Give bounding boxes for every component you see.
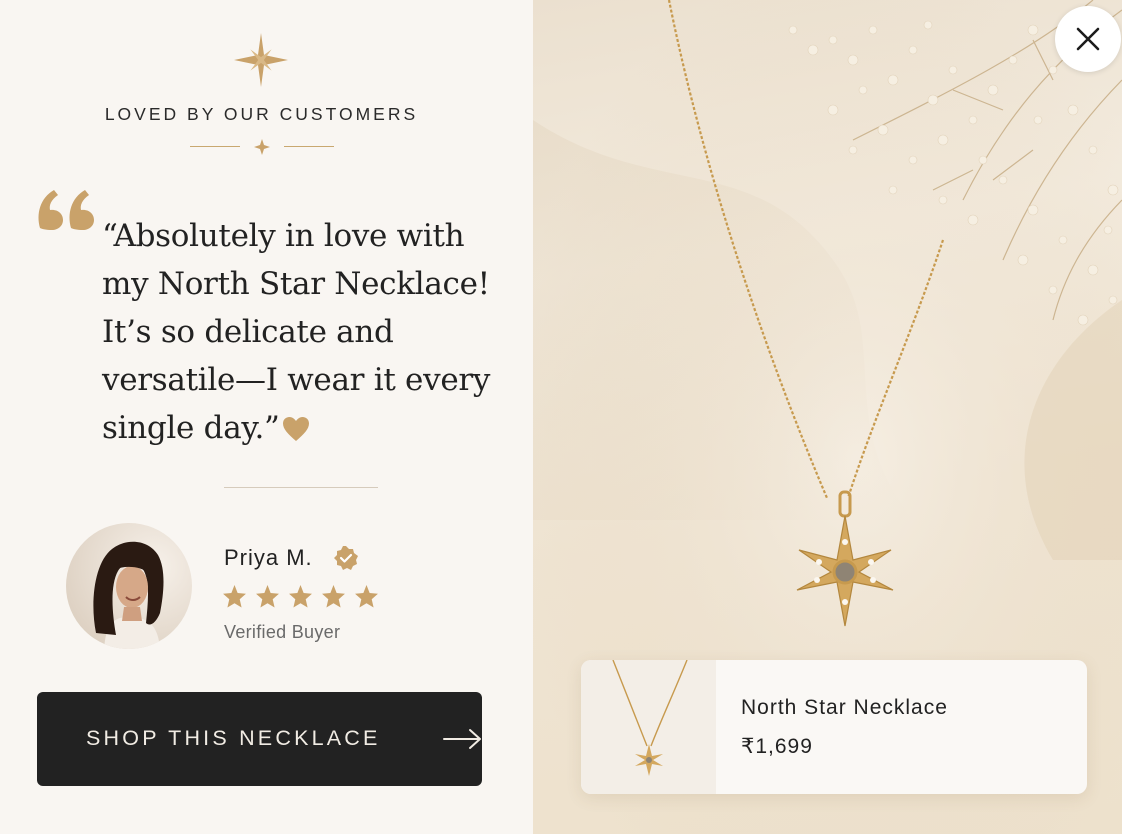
verified-badge-icon <box>334 546 358 570</box>
testimonial-panel: LOVED BY OUR CUSTOMERS “Absolutely in lo… <box>0 0 533 834</box>
product-card[interactable]: North Star Necklace ₹1,699 <box>581 660 1087 794</box>
shop-button-label: SHOP THIS NECKLACE <box>86 726 381 750</box>
quote-divider <box>224 487 378 488</box>
section-heading: LOVED BY OUR CUSTOMERS <box>104 104 419 124</box>
close-button[interactable] <box>1055 6 1121 72</box>
shop-necklace-button[interactable]: SHOP THIS NECKLACE <box>37 692 482 786</box>
rating-stars <box>222 584 379 609</box>
star-icon <box>289 585 312 608</box>
product-thumbnail <box>581 660 716 794</box>
product-price: ₹1,699 <box>741 735 813 758</box>
star-icon <box>355 585 378 608</box>
heading-divider <box>190 138 334 156</box>
quote-icon <box>38 190 94 230</box>
avatar <box>66 523 192 649</box>
reviewer-name: Priya M. <box>224 545 313 570</box>
testimonial-modal: LOVED BY OUR CUSTOMERS “Absolutely in lo… <box>0 0 1122 834</box>
star-icon <box>223 585 246 608</box>
sparkle-icon <box>234 33 288 87</box>
product-name: North Star Necklace <box>741 696 948 719</box>
verified-buyer-label: Verified Buyer <box>224 622 341 642</box>
star-icon <box>256 585 279 608</box>
testimonial-quote: “Absolutely in love with my North Star N… <box>102 212 502 452</box>
diamond-icon <box>254 139 270 155</box>
quote-text: “Absolutely in love with my North Star N… <box>102 218 491 446</box>
heart-icon <box>282 417 309 441</box>
arrow-right-icon <box>443 729 481 749</box>
close-icon <box>1076 27 1100 51</box>
star-icon <box>322 585 345 608</box>
